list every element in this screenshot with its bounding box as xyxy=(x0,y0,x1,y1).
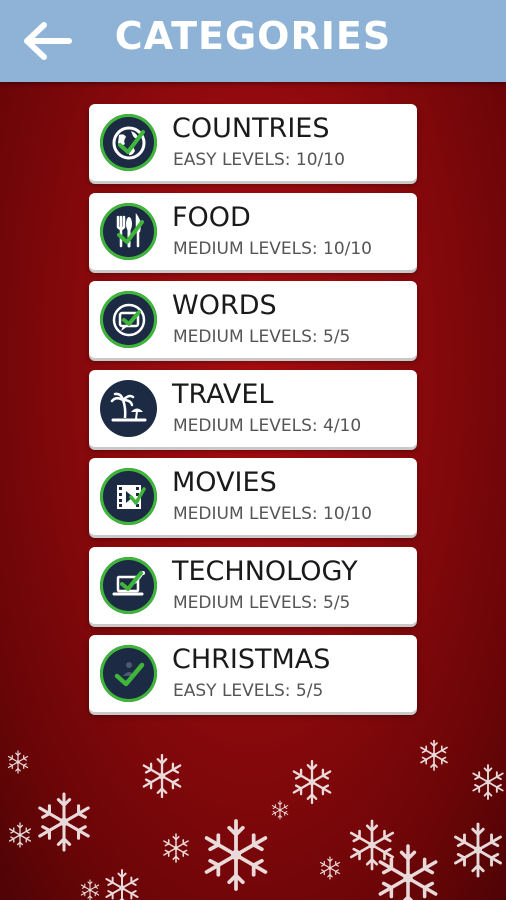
category-levels: MEDIUM LEVELS: 4/10 xyxy=(173,415,362,436)
category-levels: EASY LEVELS: 10/10 xyxy=(173,150,345,170)
category-card-travel[interactable]: TRAVEL MEDIUM LEVELS: 4/10 xyxy=(89,369,417,447)
category-levels: MEDIUM LEVELS: 5/5 xyxy=(173,592,351,613)
category-name: TECHNOLOGY xyxy=(172,555,358,587)
category-name: FOOD xyxy=(172,201,251,233)
category-card-food[interactable]: FOOD MEDIUM LEVELS: 10/10 xyxy=(89,192,417,270)
category-card-christmas[interactable]: CHRISTMAS EASY LEVELS: 5/5 xyxy=(89,635,417,712)
category-list: COUNTRIES EASY LEVELS: 10/10 FOOD MEDIUM… xyxy=(89,104,417,724)
category-levels: MEDIUM LEVELS: 10/10 xyxy=(173,238,372,259)
chat-bubble-icon xyxy=(100,291,157,348)
category-name: MOVIES xyxy=(172,467,277,498)
globe-icon xyxy=(100,114,157,171)
top-app-bar: CATEGORIES xyxy=(0,0,506,82)
snowflake-decoration xyxy=(7,740,504,900)
fork-knife-icon xyxy=(100,202,157,260)
category-card-words[interactable]: WORDS MEDIUM LEVELS: 5/5 xyxy=(89,281,417,358)
laptop-icon xyxy=(100,556,157,614)
category-levels: MEDIUM LEVELS: 5/5 xyxy=(173,327,351,347)
page-title: CATEGORIES xyxy=(114,14,392,58)
category-levels: EASY LEVELS: 5/5 xyxy=(173,681,324,701)
category-card-technology[interactable]: TECHNOLOGY MEDIUM LEVELS: 5/5 xyxy=(89,546,417,624)
christmas-icon xyxy=(100,645,157,702)
category-name: WORDS xyxy=(172,290,277,321)
palm-tree-icon xyxy=(100,379,157,437)
category-card-countries[interactable]: COUNTRIES EASY LEVELS: 10/10 xyxy=(89,104,417,181)
category-levels: MEDIUM LEVELS: 10/10 xyxy=(173,504,372,524)
category-name: CHRISTMAS xyxy=(172,644,331,675)
category-name: TRAVEL xyxy=(172,378,274,410)
category-name: COUNTRIES xyxy=(172,113,330,144)
film-play-icon xyxy=(100,468,157,525)
category-card-movies[interactable]: MOVIES MEDIUM LEVELS: 10/10 xyxy=(89,458,417,535)
